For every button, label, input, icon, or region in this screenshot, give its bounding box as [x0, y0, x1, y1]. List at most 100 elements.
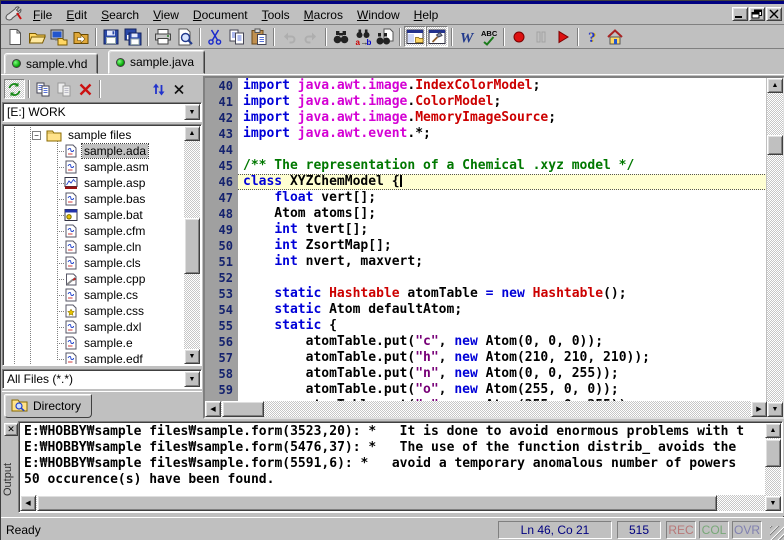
tab-sample.java[interactable]: sample.java: [108, 50, 205, 74]
code-editor[interactable]: 40import java.awt.image.IndexColorModel;…: [203, 76, 784, 419]
print-icon[interactable]: [152, 26, 174, 47]
open-remote-icon[interactable]: [48, 26, 70, 47]
collapse-icon[interactable]: −: [32, 131, 41, 140]
file-filter-select[interactable]: All Files (*.*) ▼: [2, 369, 202, 389]
code-line-42[interactable]: 42import java.awt.image.MemoryImageSourc…: [205, 110, 767, 126]
open-file-icon[interactable]: [26, 26, 48, 47]
code-line-59[interactable]: 59 atomTable.put("o", new Atom(255, 0, 0…: [205, 382, 767, 398]
tree-folder-sample-files[interactable]: −sample files: [4, 127, 184, 143]
tree-item-sample.ada[interactable]: sample.ada: [4, 143, 184, 159]
paste-icon[interactable]: [248, 26, 270, 47]
spell-check-icon[interactable]: ABC: [478, 26, 500, 47]
code-text[interactable]: atomTable.put("c", new Atom(0, 0, 0));: [238, 334, 767, 350]
tab-sample.vhd[interactable]: sample.vhd: [4, 53, 98, 74]
cut-icon[interactable]: [204, 26, 226, 47]
code-text[interactable]: [238, 270, 767, 286]
scroll-left-icon[interactable]: ◀: [20, 495, 36, 511]
open-folder-icon[interactable]: [70, 26, 92, 47]
code-text[interactable]: atomTable.put("o", new Atom(255, 0, 0));: [238, 382, 767, 398]
chevron-down-icon[interactable]: ▼: [184, 104, 200, 120]
tree-item-sample.bat[interactable]: sample.bat: [4, 207, 184, 223]
scroll-down-icon[interactable]: ▼: [767, 402, 783, 417]
code-line-50[interactable]: 50 int ZsortMap[];: [205, 238, 767, 254]
scroll-down-icon[interactable]: ▼: [184, 349, 200, 364]
output-vertical-scrollbar[interactable]: ▲ ▼: [765, 423, 781, 511]
code-line-49[interactable]: 49 int tvert[];: [205, 222, 767, 238]
scroll-up-icon[interactable]: ▲: [767, 78, 783, 93]
code-text[interactable]: static Atom defaultAtom;: [238, 302, 767, 318]
column-mode-indicator[interactable]: COL: [699, 521, 729, 539]
code-line-48[interactable]: 48 Atom atoms[];: [205, 206, 767, 222]
app-icon[interactable]: [4, 5, 24, 23]
home-icon[interactable]: [604, 26, 626, 47]
print-preview-icon[interactable]: [174, 26, 196, 47]
record-macro-icon[interactable]: [508, 26, 530, 47]
tree-scrollbar[interactable]: ▲ ▼: [184, 126, 200, 364]
code-line-44[interactable]: 44: [205, 142, 767, 158]
scroll-left-icon[interactable]: ◀: [205, 401, 221, 417]
drive-select[interactable]: [E:] WORK ▼: [2, 102, 202, 122]
code-area[interactable]: 40import java.awt.image.IndexColorModel;…: [205, 78, 767, 401]
code-text[interactable]: atomTable.put("n", new Atom(0, 0, 255));: [238, 366, 767, 382]
code-line-47[interactable]: 47 float vert[];: [205, 190, 767, 206]
output-vscroll-thumb[interactable]: [765, 439, 781, 467]
minimize-button[interactable]: [732, 7, 748, 21]
code-text[interactable]: import java.awt.event.*;: [238, 126, 767, 142]
code-text[interactable]: atomTable.put("h", new Atom(210, 210, 21…: [238, 350, 767, 366]
output-horizontal-scrollbar[interactable]: ◀: [20, 495, 765, 511]
menu-macros[interactable]: Macros: [297, 6, 350, 23]
output-line[interactable]: 50 occurence(s) have been found.: [24, 472, 765, 488]
code-text[interactable]: float vert[];: [238, 190, 767, 206]
tree-item-sample.cln[interactable]: sample.cln: [4, 239, 184, 255]
code-text[interactable]: /** The representation of a Chemical .xy…: [238, 158, 767, 174]
code-line-46[interactable]: 46class XYZChemModel {: [205, 174, 767, 190]
code-line-56[interactable]: 56 atomTable.put("c", new Atom(0, 0, 0))…: [205, 334, 767, 350]
code-text[interactable]: static {: [238, 318, 767, 334]
toggle-sidebar-icon[interactable]: [404, 26, 426, 47]
tab-directory[interactable]: Directory: [4, 394, 92, 418]
code-text[interactable]: import java.awt.image.MemoryImageSource;: [238, 110, 767, 126]
tree-item-sample.asp[interactable]: sample.asp: [4, 175, 184, 191]
copy-icon[interactable]: [226, 26, 248, 47]
menu-search[interactable]: Search: [94, 6, 146, 23]
code-line-58[interactable]: 58 atomTable.put("n", new Atom(0, 0, 255…: [205, 366, 767, 382]
menu-document[interactable]: Document: [186, 6, 255, 23]
find-in-files-icon[interactable]: [374, 26, 396, 47]
menu-edit[interactable]: Edit: [59, 6, 94, 23]
play-macro-icon[interactable]: [552, 26, 574, 47]
code-text[interactable]: Atom atoms[];: [238, 206, 767, 222]
code-line-51[interactable]: 51 int nvert, maxvert;: [205, 254, 767, 270]
close-button[interactable]: [766, 7, 782, 21]
restore-button[interactable]: [749, 7, 765, 21]
tree-item-sample.cls[interactable]: sample.cls: [4, 255, 184, 271]
code-line-53[interactable]: 53 static Hashtable atomTable = new Hash…: [205, 286, 767, 302]
editor-vscroll-thumb[interactable]: [767, 135, 783, 155]
code-line-41[interactable]: 41import java.awt.image.ColorModel;: [205, 94, 767, 110]
code-text[interactable]: [238, 142, 767, 158]
overwrite-indicator[interactable]: OVR: [732, 521, 762, 539]
scroll-up-icon[interactable]: ▲: [184, 126, 200, 141]
tree-item-sample.cs[interactable]: sample.cs: [4, 287, 184, 303]
menu-file[interactable]: File: [26, 6, 59, 23]
close-icon[interactable]: ✕: [4, 423, 18, 436]
find-icon[interactable]: [330, 26, 352, 47]
delete-icon[interactable]: [75, 79, 96, 99]
code-line-55[interactable]: 55 static {: [205, 318, 767, 334]
tree-item-sample.css[interactable]: sample.css: [4, 303, 184, 319]
output-line[interactable]: E:₩HOBBY₩sample files₩sample.form(3523,2…: [24, 424, 765, 440]
code-line-43[interactable]: 43import java.awt.event.*;: [205, 126, 767, 142]
tree-item-sample.asm[interactable]: sample.asm: [4, 159, 184, 175]
code-line-54[interactable]: 54 static Atom defaultAtom;: [205, 302, 767, 318]
tree-item-sample.cfm[interactable]: sample.cfm: [4, 223, 184, 239]
scroll-up-icon[interactable]: ▲: [765, 423, 781, 438]
copy-path-icon[interactable]: [33, 79, 54, 99]
editor-hscroll-thumb[interactable]: [222, 401, 264, 417]
toggle-output-icon[interactable]: [426, 26, 448, 47]
menu-view[interactable]: View: [146, 6, 186, 23]
resize-grip[interactable]: [770, 526, 784, 540]
editor-vertical-scrollbar[interactable]: ▲ ▼: [766, 78, 783, 417]
help-icon[interactable]: ??: [582, 26, 604, 47]
tree-scroll-thumb[interactable]: [184, 218, 200, 274]
code-text[interactable]: int tvert[];: [238, 222, 767, 238]
tree-item-sample.bas[interactable]: sample.bas: [4, 191, 184, 207]
